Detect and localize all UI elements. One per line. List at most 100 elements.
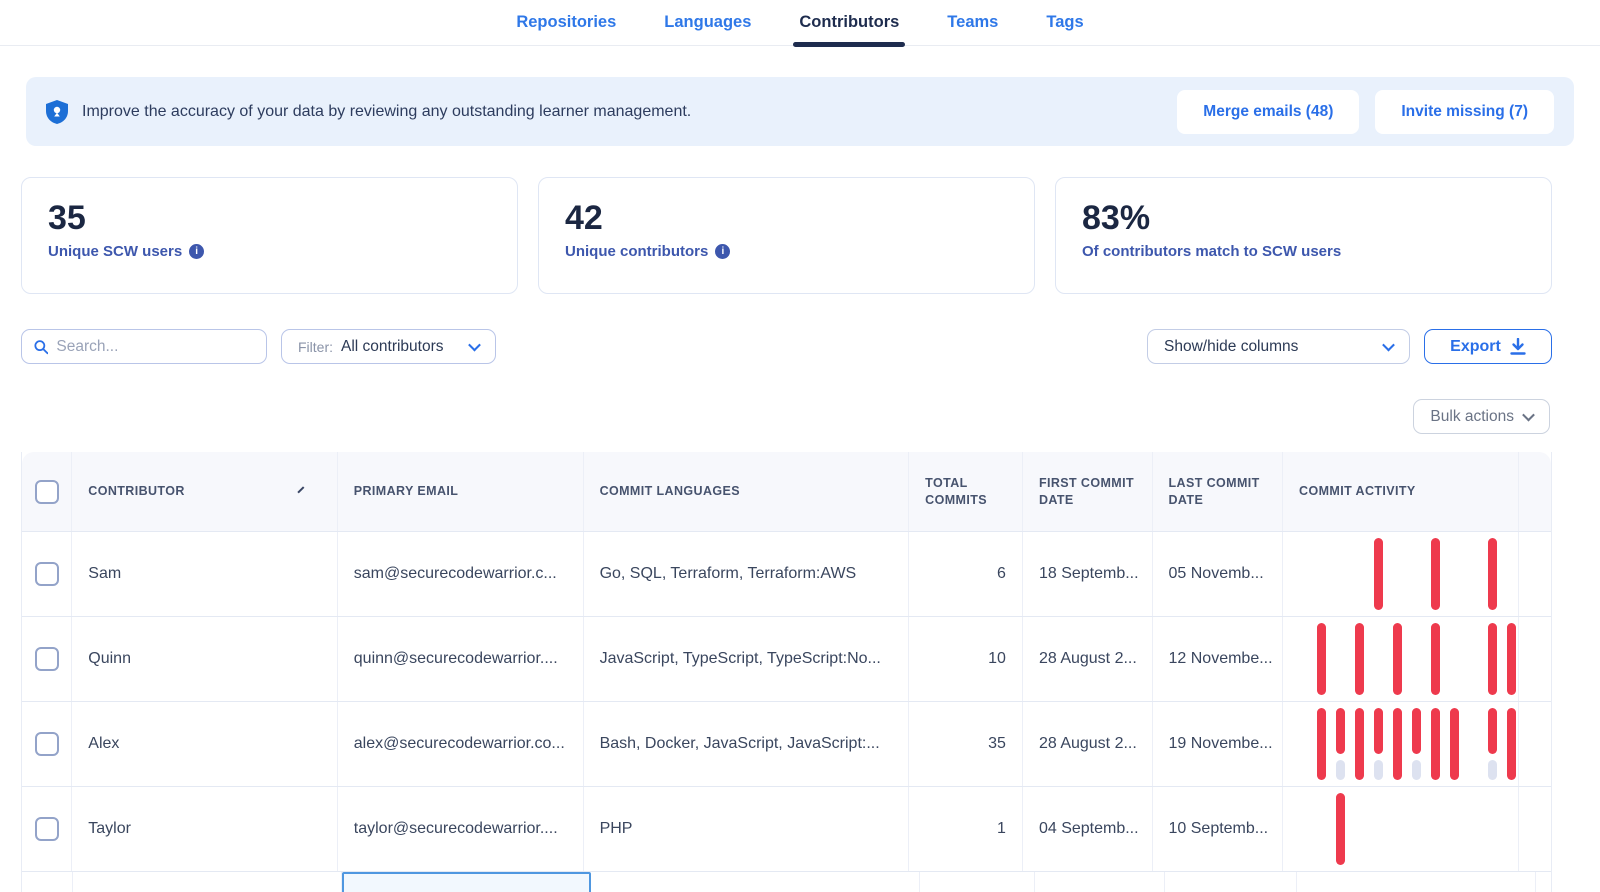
- chevron-down-icon: [467, 338, 481, 352]
- row-checkbox-cell: [22, 787, 73, 871]
- row-checkbox[interactable]: [34, 647, 59, 671]
- languages-cell: JavaScript, TypeScript, TypeScript:No...: [584, 617, 910, 701]
- column-header-primary-email[interactable]: Primary email: [338, 452, 584, 531]
- row-checkbox-cell: [22, 532, 73, 616]
- commit-activity-bar: [1412, 708, 1422, 754]
- commit-activity-bar: [1355, 623, 1365, 695]
- info-icon[interactable]: i: [189, 243, 205, 259]
- tab-contributors[interactable]: Contributors: [793, 1, 906, 47]
- invite-missing-button[interactable]: Invite missing (7): [1375, 89, 1554, 134]
- email-cell: sam@securecodewarrior.c...: [338, 532, 584, 616]
- column-header-commit-languages[interactable]: Commit languages: [584, 452, 910, 531]
- stat-value: 42: [565, 199, 603, 237]
- row-checkbox[interactable]: [34, 817, 59, 841]
- commit-activity-bar-muted: [1488, 760, 1498, 780]
- email-cell: quinn@securecodewarrior....: [338, 617, 584, 701]
- column-header-contributor[interactable]: Contributor: [72, 452, 338, 531]
- total-commits-cell: 35: [909, 702, 1023, 786]
- commit-activity-bar: [1488, 708, 1498, 754]
- row-checkbox[interactable]: [34, 562, 59, 586]
- email-cell: alex@securecodewarrior.co...: [338, 702, 584, 786]
- stat-label: Of contributors match to SCW users: [1082, 242, 1342, 260]
- contributor-cell: Quinn: [72, 617, 338, 701]
- row-checkbox-cell: [22, 702, 73, 786]
- stat-cards: 35 Unique SCW users i 42 Unique contributors…: [21, 177, 1552, 294]
- commit-activity-bar-muted: [1336, 760, 1346, 780]
- sort-ascending-icon[interactable]: [297, 485, 309, 498]
- chevron-down-icon: [1522, 408, 1535, 422]
- last-commit-cell: 19 Novembe...: [1153, 702, 1284, 786]
- commit-activity-bar: [1393, 708, 1403, 780]
- column-header-commit-activity[interactable]: Commit activity: [1283, 452, 1519, 531]
- filter-value: All contributors: [341, 337, 444, 355]
- search-box[interactable]: [21, 329, 267, 364]
- commit-activity-cell: [1283, 532, 1519, 616]
- commit-activity-cell: [1283, 787, 1519, 871]
- table-row: Taylor taylor@securecodewarrior.... PHP 1 04…: [22, 787, 1551, 872]
- export-button[interactable]: Export: [1424, 329, 1552, 364]
- row-checkbox-cell: [22, 617, 73, 701]
- commit-activity-cell: [1283, 702, 1519, 786]
- contributor-cell: Sam: [72, 532, 338, 616]
- stat-card-2: 42 Unique contributors i: [538, 177, 1035, 294]
- last-commit-cell: 10 Septemb...: [1153, 787, 1284, 871]
- last-commit-cell: 05 Novemb...: [1153, 532, 1284, 616]
- first-commit-cell: 18 Septemb...: [1023, 532, 1153, 616]
- tab-repositories[interactable]: Repositories: [514, 1, 618, 44]
- shield-icon: [46, 99, 68, 124]
- table-row: Alex alex@securecodewarrior.co... Bash, Do…: [22, 702, 1551, 787]
- last-commit-cell: 12 Novembe...: [1153, 617, 1284, 701]
- commit-activity-bar: [1317, 708, 1327, 780]
- export-label: Export: [1450, 337, 1501, 355]
- show-hide-columns-dropdown[interactable]: Show/hide columns: [1147, 329, 1410, 364]
- row-checkbox[interactable]: [34, 732, 59, 756]
- stat-label: Unique SCW users i: [48, 243, 491, 260]
- info-icon[interactable]: i: [715, 243, 731, 259]
- commit-activity-bar: [1507, 623, 1517, 695]
- search-input[interactable]: [56, 337, 254, 356]
- header-end-cell: [1519, 452, 1551, 531]
- column-header-last-commit-date[interactable]: Last commit date: [1153, 452, 1284, 531]
- commit-activity-cell: [1283, 617, 1519, 701]
- row-end-cell: [1519, 532, 1551, 616]
- bulk-actions-dropdown[interactable]: Bulk actions: [1413, 399, 1550, 434]
- contributors-table: Contributor Primary email Commit languages…: [21, 452, 1552, 892]
- commit-activity-bar: [1355, 708, 1365, 780]
- tab-tags[interactable]: Tags: [1044, 1, 1085, 44]
- row-end-cell: [1519, 617, 1551, 701]
- header-checkbox-cell: [22, 452, 73, 531]
- stat-value: 83%: [1082, 199, 1151, 237]
- filter-label: Filter:: [298, 338, 333, 355]
- email-cell: taylor@securecodewarrior....: [338, 787, 584, 871]
- commit-activity-bar-muted: [1374, 760, 1384, 780]
- tab-teams[interactable]: Teams: [945, 1, 1000, 44]
- commit-activity-bar-muted: [1412, 760, 1422, 780]
- table-header-row: Contributor Primary email Commit languages…: [22, 452, 1551, 532]
- table-row: Quinn quinn@securecodewarrior.... JavaScri…: [22, 617, 1551, 702]
- commit-activity-bar: [1488, 538, 1498, 610]
- table-row-partial: [22, 872, 1551, 892]
- show-hide-columns-label: Show/hide columns: [1164, 337, 1299, 355]
- column-header-total-commits[interactable]: Total commits: [909, 452, 1023, 531]
- languages-cell: PHP: [584, 787, 910, 871]
- column-header-first-commit-date[interactable]: First commit date: [1023, 452, 1153, 531]
- select-all-checkbox[interactable]: [34, 479, 59, 504]
- commit-activity-bar: [1488, 623, 1498, 695]
- filter-dropdown[interactable]: Filter: All contributors: [281, 329, 496, 364]
- commit-activity-bar: [1393, 623, 1403, 695]
- languages-cell: Go, SQL, Terraform, Terraform:AWS: [584, 532, 910, 616]
- commit-activity-bar: [1336, 708, 1346, 754]
- languages-cell: Bash, Docker, JavaScript, JavaScript:...: [584, 702, 910, 786]
- stat-card-1: 35 Unique SCW users i: [21, 177, 518, 294]
- stat-value: 35: [48, 199, 86, 237]
- total-commits-cell: 1: [909, 787, 1023, 871]
- commit-activity-bar: [1431, 623, 1441, 695]
- merge-emails-button[interactable]: Merge emails (48): [1177, 89, 1360, 134]
- tab-languages[interactable]: Languages: [662, 1, 753, 44]
- focused-email-cell[interactable]: [342, 872, 591, 892]
- first-commit-cell: 28 August 2...: [1023, 617, 1153, 701]
- first-commit-cell: 28 August 2...: [1023, 702, 1153, 786]
- bulk-actions-row: Bulk actions: [0, 399, 1550, 434]
- row-end-cell: [1519, 787, 1551, 871]
- banner-text: Improve the accuracy of your data by rev…: [82, 102, 692, 120]
